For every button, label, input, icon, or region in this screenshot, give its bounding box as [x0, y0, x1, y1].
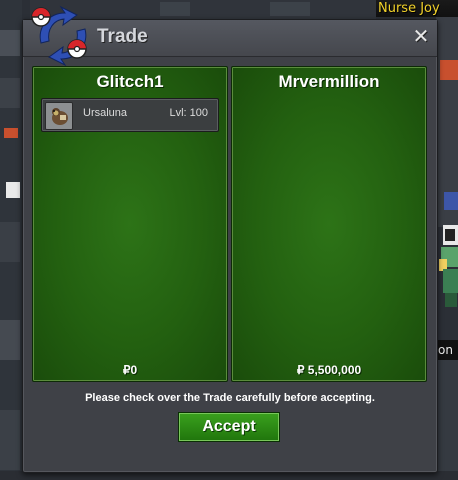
- pokeball-logo-icon: [31, 5, 87, 67]
- left-trade-panel: Glitcch1 Ursaluna Lvl: 100 ₽0: [32, 66, 228, 382]
- right-player-name: Mrvermillion: [278, 72, 380, 91]
- pokemon-icon: [45, 102, 73, 130]
- left-player-name: Glitcch1: [96, 72, 164, 91]
- right-trade-panel: Mrvermillion ₽ 5,500,000: [231, 66, 427, 382]
- pokemon-level: Lvl: 100: [169, 107, 208, 119]
- close-icon[interactable]: ✕: [411, 25, 431, 47]
- side-text: on: [436, 340, 458, 360]
- trade-notice: Please check over the Trade carefully be…: [85, 392, 375, 404]
- npc-name-label: Nurse Joy: [376, 0, 458, 17]
- accept-button[interactable]: Accept: [178, 412, 280, 442]
- trade-title: Trade: [97, 26, 148, 47]
- trade-item-slot[interactable]: Ursaluna Lvl: 100: [41, 98, 219, 132]
- trade-window: Trade ✕ Glitcch1 Ursaluna Lvl: 100 ₽0 Mr…: [22, 5, 438, 473]
- pokemon-name: Ursaluna: [83, 107, 128, 119]
- player-sprite[interactable]: [437, 225, 458, 310]
- right-money: ₽ 5,500,000: [296, 363, 362, 377]
- left-money: ₽0: [122, 363, 138, 377]
